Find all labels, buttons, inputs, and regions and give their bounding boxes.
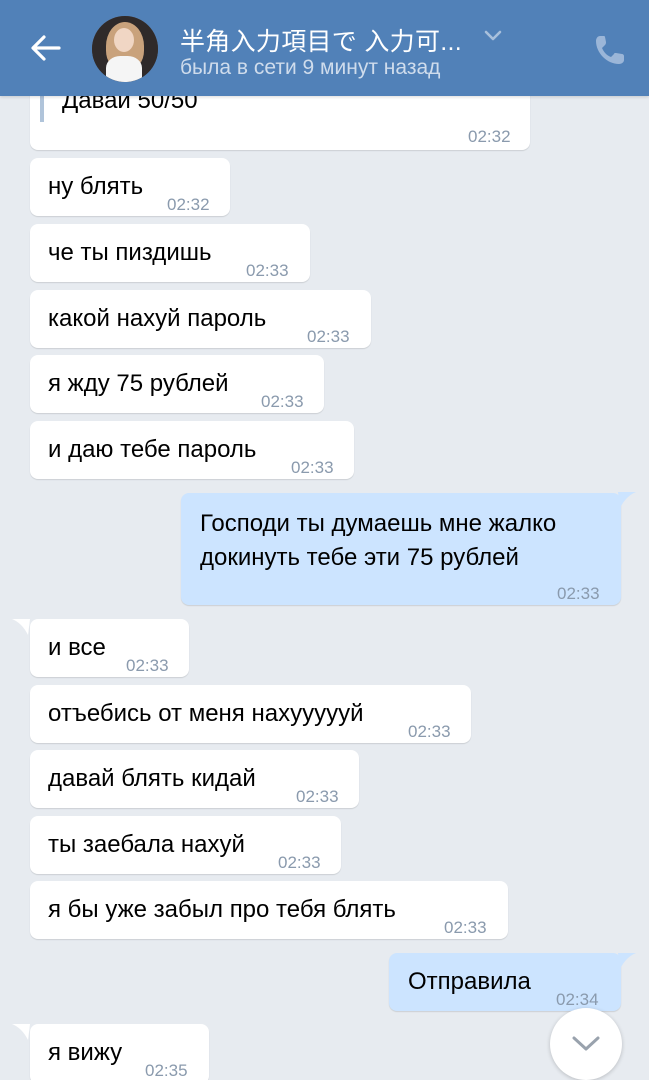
message-text: че ты пиздишь (48, 239, 212, 266)
message-text: я жду 75 рублей (48, 370, 229, 397)
message-text: и даю тебе пароль (48, 436, 257, 463)
bubble-tail (618, 953, 636, 969)
message-time: 02:33 (291, 458, 334, 477)
message-incoming[interactable]: и даю тебе пароль 02:33 (30, 421, 354, 479)
chevron-down-icon[interactable] (482, 26, 504, 46)
message-incoming[interactable]: ну блять 02:32 (30, 158, 230, 216)
last-seen-status: была в сети 9 минут назад (180, 56, 441, 79)
message-time: 02:33 (261, 392, 304, 411)
message-incoming[interactable]: я жду 75 рублей 02:33 (30, 355, 324, 413)
message-text: какой нахуй пароль (48, 305, 267, 332)
message-text: я вижу (48, 1039, 123, 1066)
message-time: 02:32 (167, 195, 210, 214)
phone-icon[interactable] (590, 30, 630, 70)
message-time: 02:32 (468, 127, 511, 146)
message-text: ты заебала нахуй (48, 831, 245, 858)
message-time: 02:33 (408, 722, 451, 741)
quote-bar (40, 96, 44, 122)
bubble-tail (12, 619, 30, 635)
avatar[interactable] (92, 16, 158, 82)
back-button[interactable] (26, 28, 66, 68)
message-time: 02:33 (296, 787, 339, 806)
message-incoming[interactable]: ты заебала нахуй 02:33 (30, 816, 341, 874)
message-text: ну блять (48, 173, 144, 200)
message-time: 02:33 (278, 853, 321, 872)
message-time: 02:33 (557, 584, 600, 603)
message-incoming[interactable]: и все 02:33 (30, 619, 189, 677)
message-incoming[interactable]: давай блять кидай 02:33 (30, 750, 359, 808)
chat-header: 半角入力項目で 入力可... была в сети 9 минут назад (0, 0, 649, 96)
chevron-down-icon (572, 1036, 600, 1051)
message-outgoing[interactable]: Отправила 02:34 (389, 953, 621, 1011)
message-time: 02:33 (246, 261, 289, 280)
message-incoming[interactable]: я вижу 02:35 (30, 1024, 209, 1080)
scroll-down-button[interactable] (550, 1008, 622, 1080)
message-time: 02:33 (307, 327, 350, 346)
message-text-line2: докинуть тебе эти 75 рублей (200, 544, 519, 571)
message-time: 02:33 (126, 656, 169, 675)
message-text: давай блять кидай (48, 765, 256, 792)
message-incoming[interactable]: че ты пиздишь 02:33 (30, 224, 310, 282)
message-text: и все (48, 634, 106, 661)
message-text: отъебись от меня нахуууууй (48, 700, 364, 727)
message-incoming[interactable]: какой нахуй пароль 02:33 (30, 290, 371, 348)
bubble-tail (12, 1024, 30, 1040)
message-incoming[interactable]: я бы уже забыл про тебя блять 02:33 (30, 881, 508, 939)
message-outgoing[interactable]: Господи ты думаешь мне жалко докинуть те… (181, 493, 621, 605)
message-text: я бы уже забыл про тебя блять (48, 896, 396, 923)
message-incoming[interactable]: отъебись от меня нахуууууй 02:33 (30, 685, 471, 743)
bubble-tail (618, 492, 636, 508)
message-text-line1: Господи ты думаешь мне жалко (200, 510, 557, 537)
message-text: Отправила (408, 968, 531, 995)
back-arrow-icon (31, 35, 61, 61)
message-time: 02:35 (145, 1061, 188, 1080)
chat-title[interactable]: 半角入力項目で 入力可... (180, 22, 462, 58)
message-time: 02:33 (444, 918, 487, 937)
